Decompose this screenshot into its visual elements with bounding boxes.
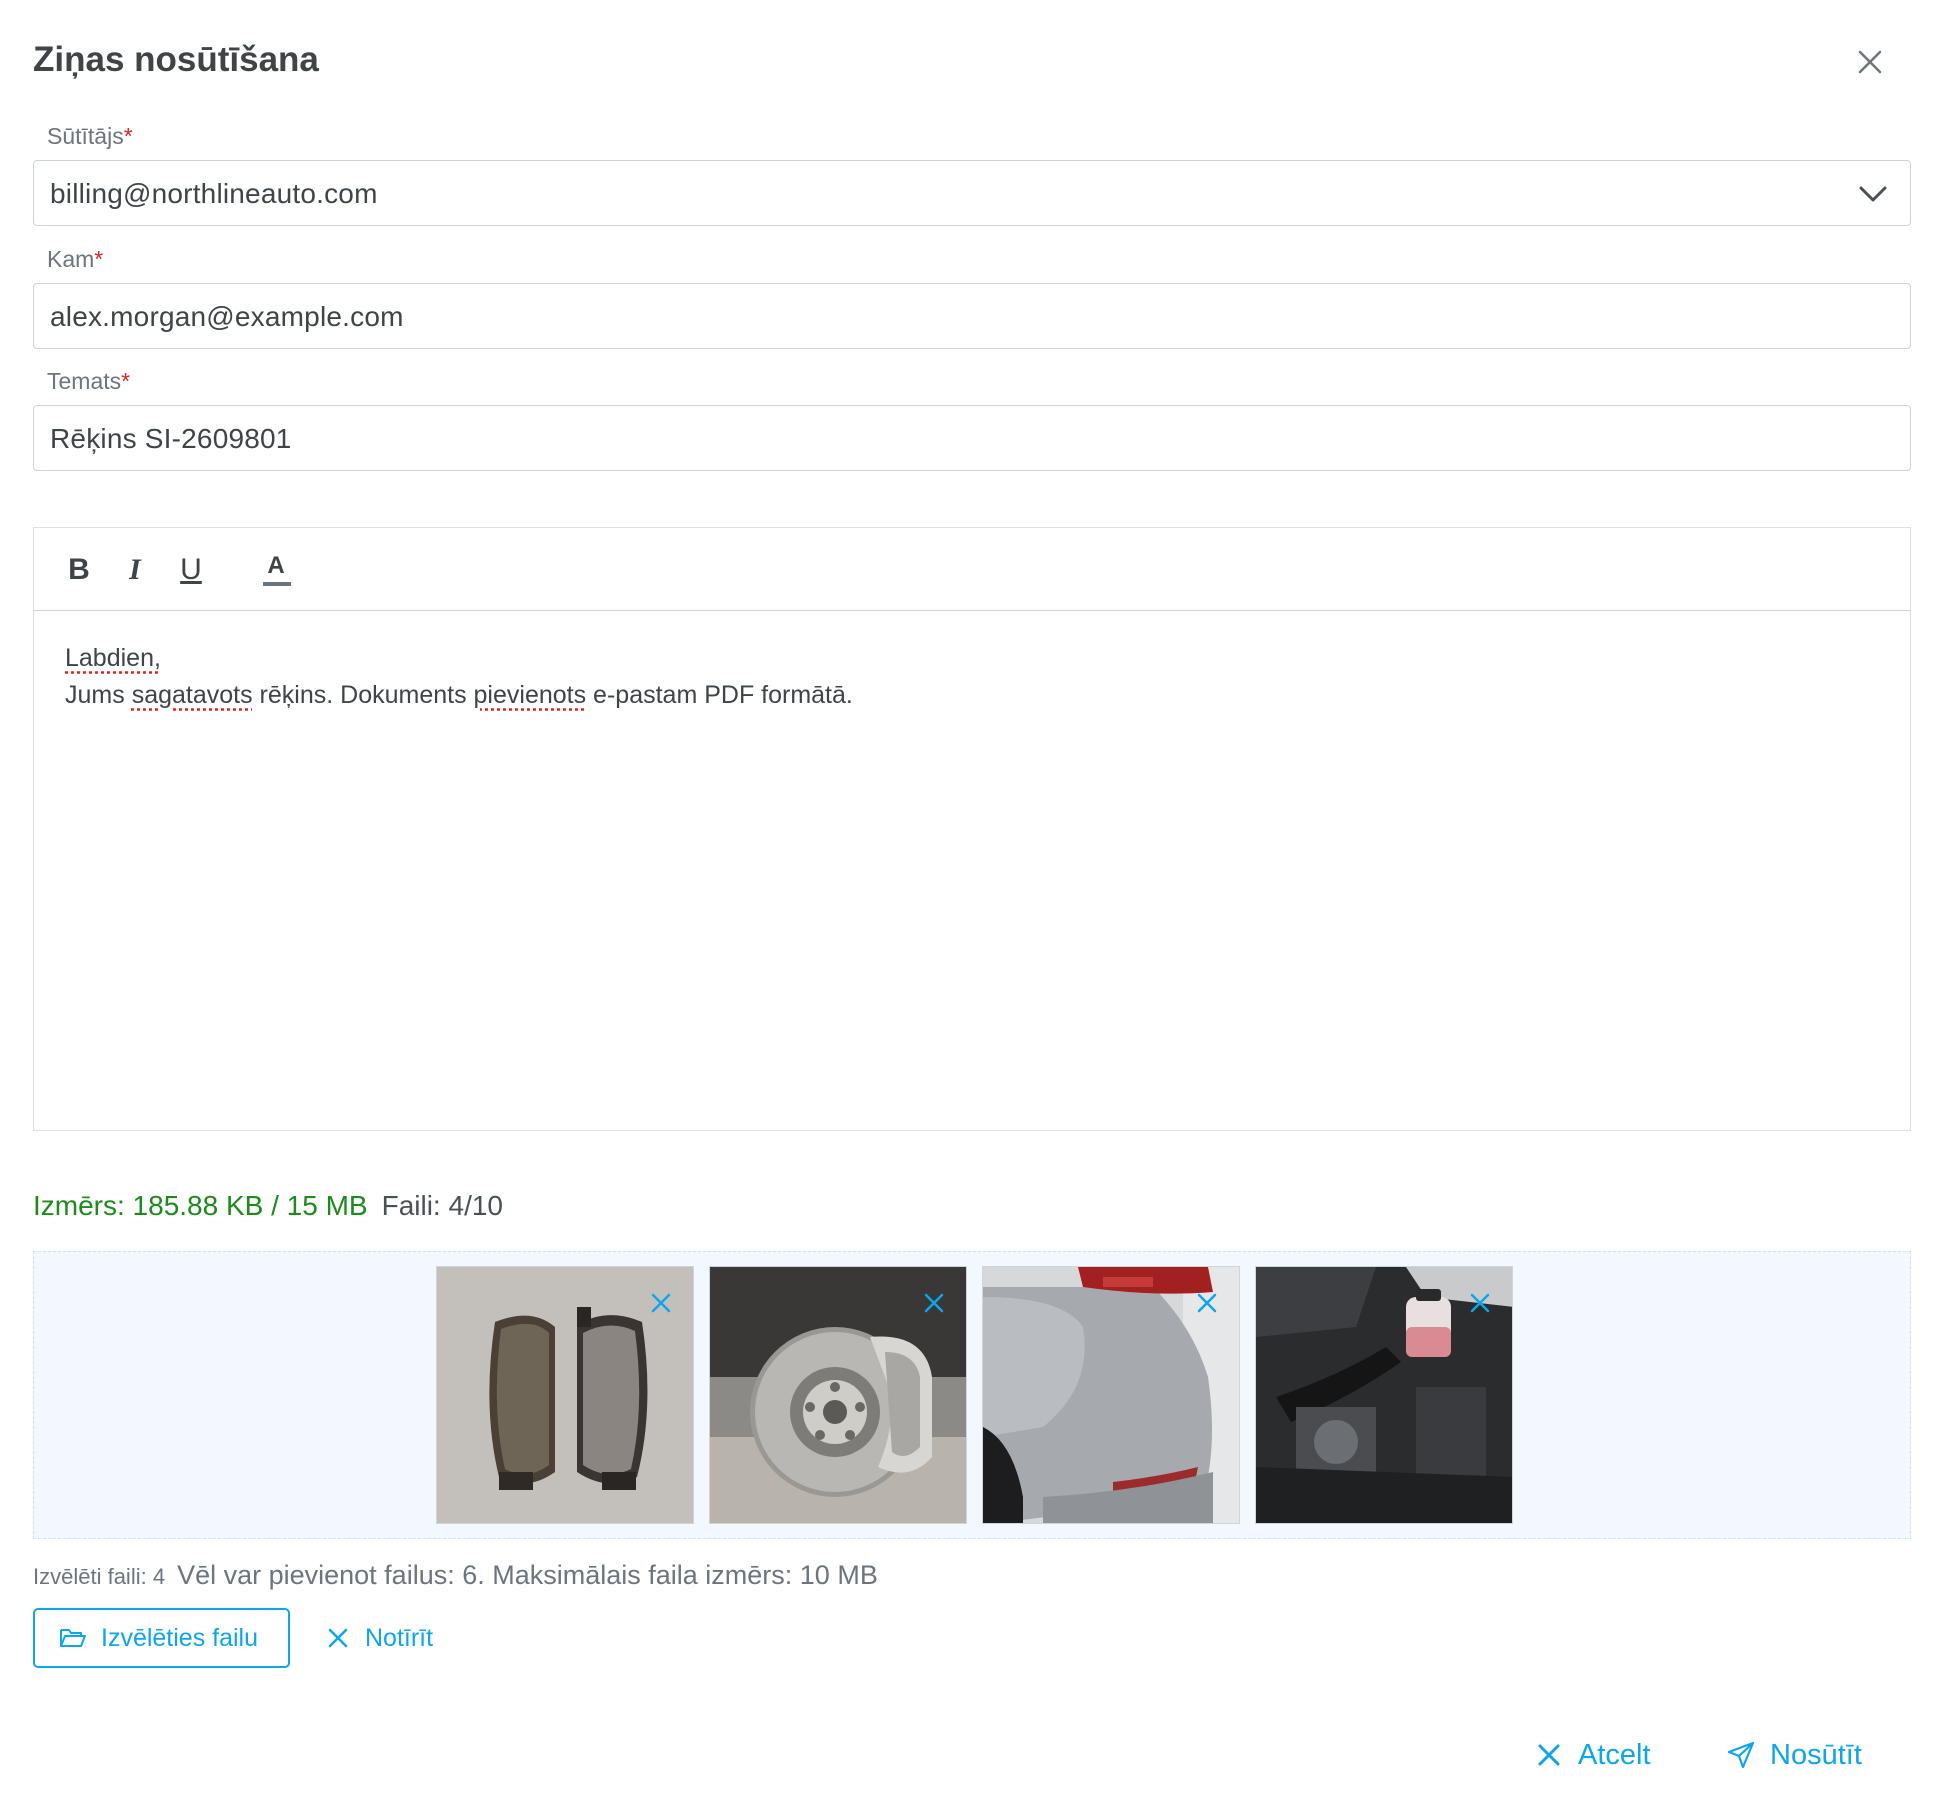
selected-files-count: Izvēlēti faili: 4 bbox=[33, 1564, 166, 1589]
message-editor: B I U A Labdien, Jums sagatavots rēķins.… bbox=[33, 527, 1911, 1131]
bold-button[interactable]: B bbox=[59, 550, 99, 590]
subject-value: Rēķins SI-2609801 bbox=[50, 423, 292, 454]
text-color-swatch bbox=[263, 582, 291, 586]
file-count: Faili: 4/10 bbox=[381, 1190, 503, 1221]
underline-button[interactable]: U bbox=[171, 550, 211, 590]
editor-toolbar: B I U A bbox=[34, 528, 1910, 611]
upload-limits: Vēl var pievienot failus: 6. Maksimālais… bbox=[177, 1560, 878, 1590]
attachments-summary: Izmērs: 185.88 KB / 15 MB Faili: 4/10 bbox=[33, 1190, 503, 1222]
recipient-input[interactable]: alex.morgan@example.com bbox=[33, 283, 1911, 349]
remove-file-icon[interactable] bbox=[647, 1289, 675, 1317]
dialog-title: Ziņas nosūtīšana bbox=[33, 40, 319, 79]
subject-label: Temats* bbox=[47, 368, 131, 394]
subject-input[interactable]: Rēķins SI-2609801 bbox=[33, 405, 1911, 471]
folder-open-icon bbox=[60, 1629, 86, 1647]
attachment-thumbnail bbox=[1255, 1266, 1513, 1524]
send-button[interactable]: Nosūtīt bbox=[1726, 1730, 1862, 1780]
cancel-label: Atcelt bbox=[1578, 1738, 1651, 1771]
sender-select[interactable]: billing@northlineauto.com bbox=[33, 160, 1911, 226]
attachment-thumbnail bbox=[436, 1266, 694, 1524]
cancel-button[interactable]: Atcelt bbox=[1534, 1730, 1651, 1780]
send-icon bbox=[1727, 1741, 1755, 1769]
close-icon bbox=[1538, 1744, 1560, 1766]
file-dropzone[interactable] bbox=[33, 1251, 1911, 1539]
choose-file-button[interactable]: Izvēlēties failu bbox=[33, 1608, 290, 1668]
recipient-label: Kam* bbox=[47, 246, 104, 272]
send-label: Nosūtīt bbox=[1770, 1738, 1862, 1771]
clear-files-button[interactable]: Notīrīt bbox=[325, 1608, 433, 1668]
sender-value: billing@northlineauto.com bbox=[50, 178, 378, 209]
text-color-icon: A bbox=[267, 552, 285, 579]
clear-files-label: Notīrīt bbox=[365, 1623, 434, 1652]
remove-file-icon[interactable] bbox=[920, 1289, 948, 1317]
close-icon[interactable] bbox=[1850, 42, 1890, 82]
body-line-2: Jums sagatavots rēķins. Dokuments pievie… bbox=[65, 681, 853, 709]
attachment-thumbnail bbox=[982, 1266, 1240, 1524]
text-color-button[interactable]: A bbox=[256, 550, 296, 590]
chevron-down-icon bbox=[1859, 186, 1887, 202]
message-body[interactable]: Labdien, Jums sagatavots rēķins. Dokumen… bbox=[65, 640, 853, 714]
choose-file-label: Izvēlēties failu bbox=[101, 1623, 259, 1652]
send-message-dialog: Ziņas nosūtīšana Sūtītājs* billing@north… bbox=[0, 0, 1938, 1804]
upload-info: Izvēlēti faili: 4 Vēl var pievienot failu… bbox=[33, 1560, 878, 1591]
remove-file-icon[interactable] bbox=[1466, 1289, 1494, 1317]
clear-icon bbox=[328, 1628, 348, 1648]
italic-button[interactable]: I bbox=[115, 550, 155, 590]
attachment-thumbnail bbox=[709, 1266, 967, 1524]
recipient-value: alex.morgan@example.com bbox=[50, 301, 404, 332]
body-line-1: Labdien, bbox=[65, 644, 161, 672]
total-size: Izmērs: 185.88 KB / 15 MB bbox=[33, 1190, 368, 1221]
remove-file-icon[interactable] bbox=[1193, 1289, 1221, 1317]
sender-label: Sūtītājs* bbox=[47, 123, 133, 149]
